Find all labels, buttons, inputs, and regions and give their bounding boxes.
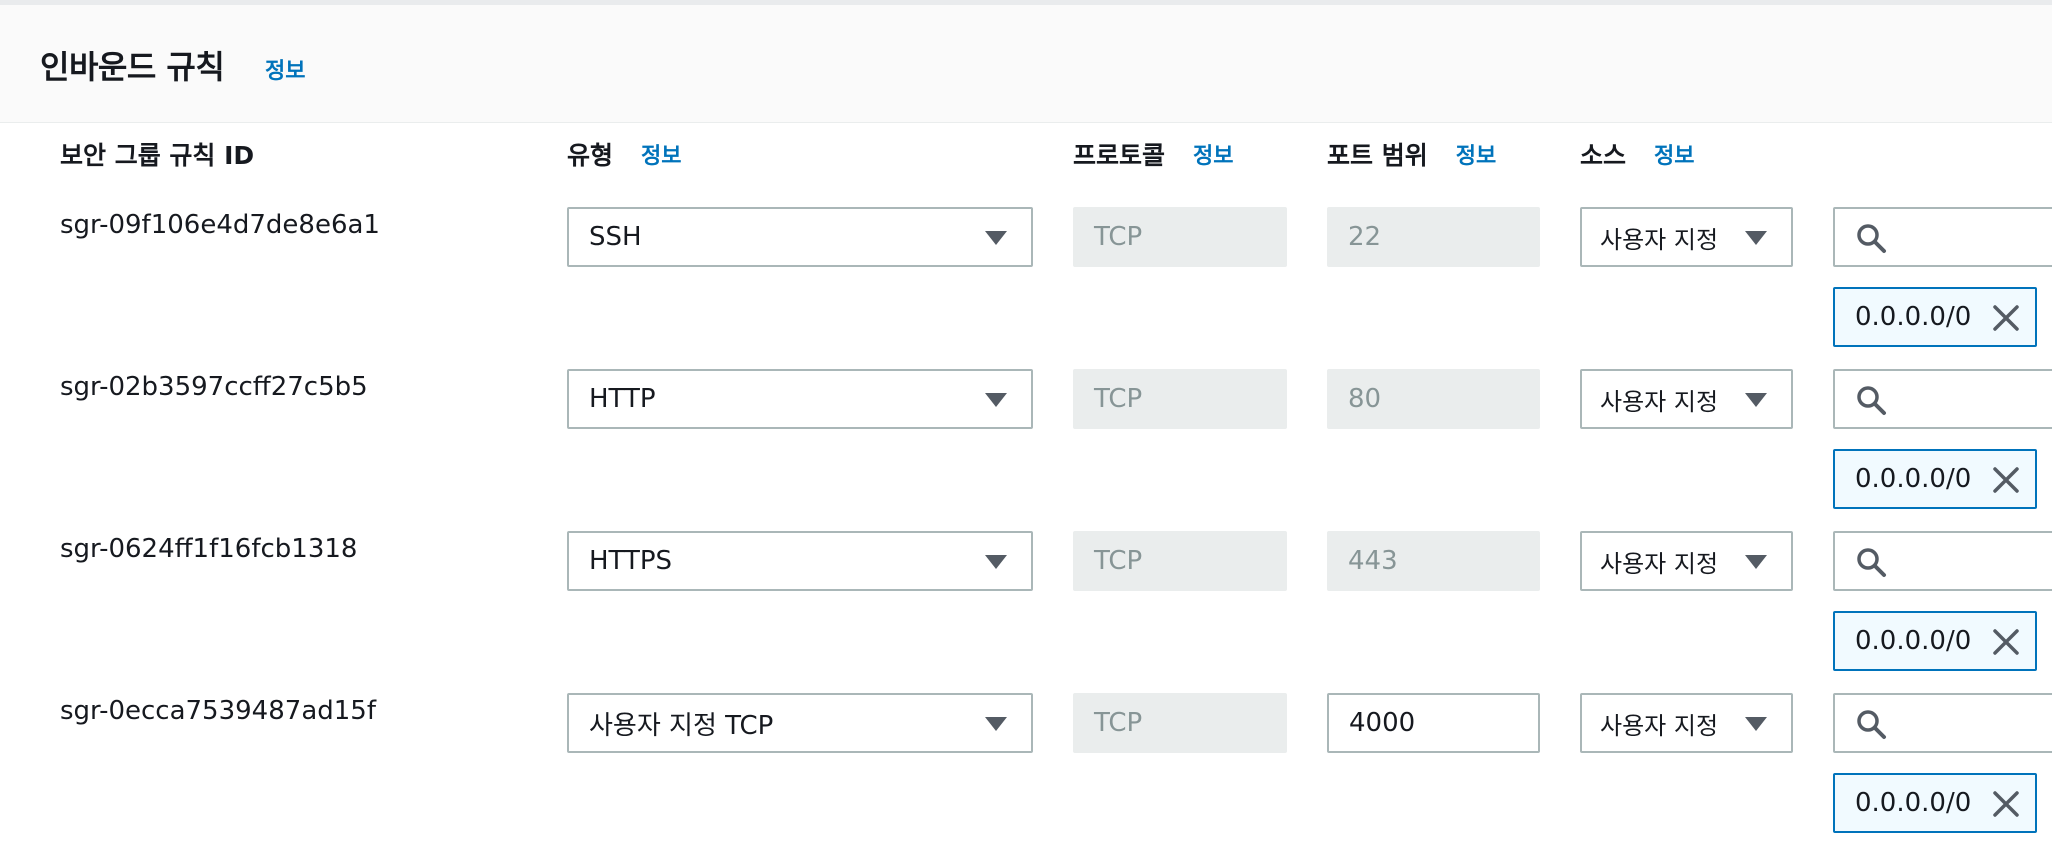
source-type-value: 사용자 지정 bbox=[1600, 387, 1719, 416]
search-icon bbox=[1857, 548, 1886, 577]
protocol-field: TCP bbox=[1073, 369, 1287, 429]
chevron-down-icon bbox=[985, 555, 1007, 569]
type-select[interactable]: SSH bbox=[567, 207, 1033, 267]
cidr-token: 0.0.0.0/0 bbox=[1833, 611, 2037, 671]
source-type-select[interactable]: 사용자 지정 bbox=[1580, 693, 1793, 753]
chevron-down-icon bbox=[1745, 393, 1767, 407]
source-type-value: 사용자 지정 bbox=[1600, 711, 1719, 740]
source-info-link[interactable]: 정보 bbox=[1654, 138, 1694, 170]
column-label-source: 소스 bbox=[1580, 141, 1627, 170]
protocol-field: TCP bbox=[1073, 207, 1287, 267]
column-header-source: 소스 정보 bbox=[1580, 136, 1695, 172]
rule-id: sgr-09f106e4d7de8e6a1 bbox=[60, 210, 380, 240]
column-header-protocol: 프로토콜 정보 bbox=[1073, 136, 1234, 172]
protocol-field: TCP bbox=[1073, 693, 1287, 753]
source-type-value: 사용자 지정 bbox=[1600, 549, 1719, 578]
close-icon[interactable] bbox=[1991, 303, 2021, 333]
port-range-field: 80 bbox=[1327, 369, 1540, 429]
chevron-down-icon bbox=[1745, 717, 1767, 731]
cidr-search-input[interactable] bbox=[1833, 207, 2052, 267]
search-icon bbox=[1857, 386, 1886, 415]
type-select-value: SSH bbox=[589, 222, 642, 252]
cidr-token-value: 0.0.0.0/0 bbox=[1855, 626, 1972, 656]
source-type-select[interactable]: 사용자 지정 bbox=[1580, 369, 1793, 429]
source-type-value: 사용자 지정 bbox=[1600, 225, 1719, 254]
column-label-rule-id: 보안 그룹 규칙 ID bbox=[60, 141, 255, 170]
cidr-search-input[interactable] bbox=[1833, 369, 2052, 429]
page-title: 인바운드 규칙 bbox=[40, 48, 225, 86]
source-type-select[interactable]: 사용자 지정 bbox=[1580, 207, 1793, 267]
column-header-port-range: 포트 범위 정보 bbox=[1327, 136, 1496, 172]
port-range-input[interactable]: 4000 bbox=[1327, 693, 1540, 753]
search-icon bbox=[1857, 710, 1886, 739]
rule-id: sgr-02b3597ccff27c5b5 bbox=[60, 372, 368, 402]
type-select[interactable]: 사용자 지정 TCP bbox=[567, 693, 1033, 753]
column-header-type: 유형 정보 bbox=[567, 136, 682, 172]
rule-id: sgr-0624ff1f16fcb1318 bbox=[60, 534, 358, 564]
column-label-type: 유형 bbox=[567, 141, 614, 170]
type-select-value: HTTP bbox=[589, 384, 656, 414]
column-label-port-range: 포트 범위 bbox=[1327, 141, 1428, 170]
cidr-token-value: 0.0.0.0/0 bbox=[1855, 302, 1972, 332]
cidr-search-input[interactable] bbox=[1833, 693, 2052, 753]
column-header-rule-id: 보안 그룹 규칙 ID bbox=[60, 136, 254, 172]
type-select[interactable]: HTTP bbox=[567, 369, 1033, 429]
type-info-link[interactable]: 정보 bbox=[641, 138, 681, 170]
type-select-value: 사용자 지정 TCP bbox=[589, 710, 774, 741]
type-select[interactable]: HTTPS bbox=[567, 531, 1033, 591]
close-icon[interactable] bbox=[1991, 465, 2021, 495]
section-header: 인바운드 규칙 정보 bbox=[0, 5, 2052, 123]
cidr-token-value: 0.0.0.0/0 bbox=[1855, 464, 1972, 494]
cidr-token-value: 0.0.0.0/0 bbox=[1855, 788, 1972, 818]
cidr-token: 0.0.0.0/0 bbox=[1833, 449, 2037, 509]
type-select-value: HTTPS bbox=[589, 546, 673, 576]
rule-id: sgr-0ecca7539487ad15f bbox=[60, 696, 376, 726]
protocol-info-link[interactable]: 정보 bbox=[1193, 138, 1233, 170]
port-range-field: 22 bbox=[1327, 207, 1540, 267]
column-label-protocol: 프로토콜 bbox=[1073, 141, 1166, 170]
chevron-down-icon bbox=[985, 393, 1007, 407]
protocol-field: TCP bbox=[1073, 531, 1287, 591]
chevron-down-icon bbox=[1745, 231, 1767, 245]
close-icon[interactable] bbox=[1991, 789, 2021, 819]
port-range-field: 443 bbox=[1327, 531, 1540, 591]
header-info-link[interactable]: 정보 bbox=[265, 53, 305, 85]
source-type-select[interactable]: 사용자 지정 bbox=[1580, 531, 1793, 591]
port-range-info-link[interactable]: 정보 bbox=[1456, 138, 1496, 170]
chevron-down-icon bbox=[1745, 555, 1767, 569]
cidr-token: 0.0.0.0/0 bbox=[1833, 287, 2037, 347]
close-icon[interactable] bbox=[1991, 627, 2021, 657]
cidr-search-input[interactable] bbox=[1833, 531, 2052, 591]
cidr-token: 0.0.0.0/0 bbox=[1833, 773, 2037, 833]
chevron-down-icon bbox=[985, 231, 1007, 245]
search-icon bbox=[1857, 224, 1886, 253]
chevron-down-icon bbox=[985, 717, 1007, 731]
